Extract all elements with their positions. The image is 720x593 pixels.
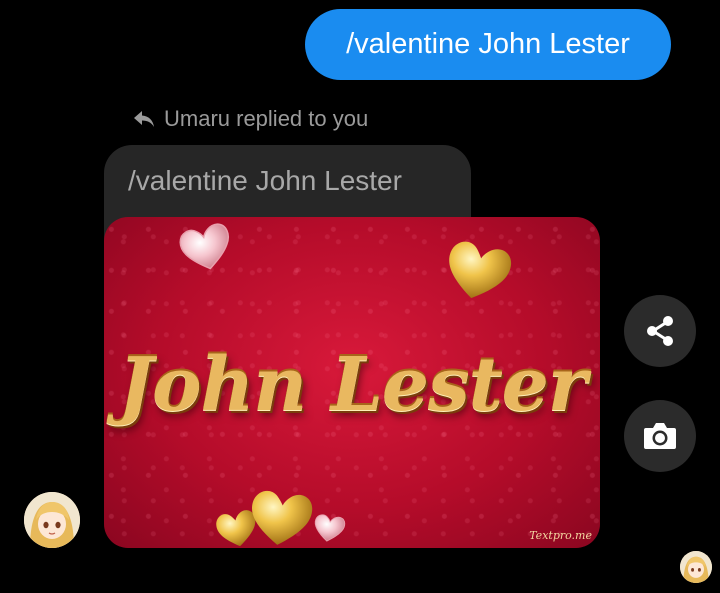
- gold-heart-icon: [252, 490, 313, 545]
- gold-heart-icon: [449, 241, 512, 299]
- read-receipt-avatar: [680, 551, 712, 583]
- sent-message-text: /valentine John Lester: [346, 28, 630, 60]
- camera-button[interactable]: [624, 400, 696, 472]
- watermark-text: Textpro.me: [529, 529, 592, 542]
- pink-heart-icon: [314, 514, 346, 542]
- anime-girl-avatar-icon: [680, 551, 712, 583]
- camera-icon: [644, 423, 676, 449]
- quoted-message-text: /valentine John Lester: [128, 165, 402, 196]
- chat-thread: /valentine John Lester Umaru replied to …: [0, 0, 720, 593]
- reply-header: Umaru replied to you: [132, 103, 368, 135]
- reply-arrow-icon: [134, 111, 154, 127]
- card-title-text: John Lester: [118, 342, 587, 428]
- sender-avatar[interactable]: [24, 492, 80, 548]
- valentine-image-card[interactable]: John Lester Textpro.me: [104, 217, 600, 548]
- share-icon: [647, 316, 673, 346]
- pink-heart-icon: [179, 223, 230, 270]
- reply-header-text: Umaru replied to you: [164, 106, 369, 131]
- anime-girl-avatar-icon: [24, 492, 80, 548]
- share-button[interactable]: [624, 295, 696, 367]
- sent-message-bubble[interactable]: /valentine John Lester: [305, 9, 671, 80]
